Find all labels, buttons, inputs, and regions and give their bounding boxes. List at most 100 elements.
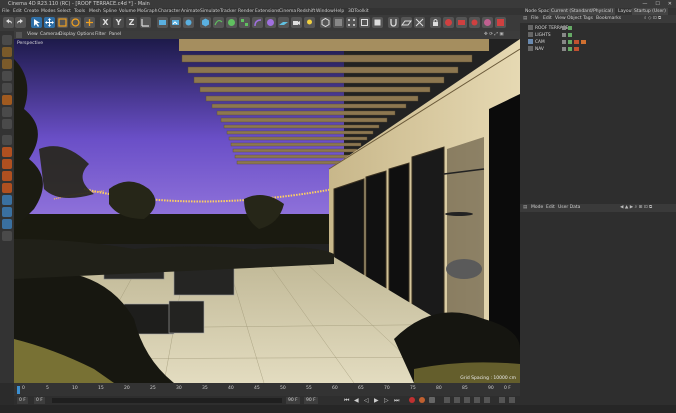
menu-mesh[interactable]: Mesh [89, 8, 101, 15]
make-editable-icon[interactable] [2, 35, 12, 45]
object-manager-grip-icon[interactable]: ▤ [523, 15, 527, 23]
visibility-dot-icon[interactable] [562, 33, 566, 37]
timeline-ruler[interactable]: 0 5 10 15 20 25 30 35 40 45 50 55 60 65 … [14, 383, 520, 396]
menu-window[interactable]: Window [316, 8, 334, 15]
axis-x-button[interactable]: X [100, 17, 111, 28]
redshift-icon[interactable] [443, 17, 454, 28]
menu-select[interactable]: Select [57, 8, 71, 15]
viewport-solo-icon[interactable] [2, 171, 12, 181]
quantize-icon[interactable] [414, 17, 425, 28]
solo-icon[interactable] [2, 159, 12, 169]
light-icon[interactable] [304, 17, 315, 28]
camera-tag-icon[interactable] [574, 40, 579, 44]
menu-create[interactable]: Create [24, 8, 39, 15]
cloner-icon[interactable] [239, 17, 250, 28]
viewport-menu-panel[interactable]: Panel [109, 31, 121, 39]
edges-icon[interactable] [2, 83, 12, 93]
render-view-icon[interactable] [157, 17, 168, 28]
model-mode-icon[interactable] [320, 17, 331, 28]
attribute-menu-user-data[interactable]: User Data [558, 204, 580, 212]
floor-icon[interactable] [278, 17, 289, 28]
menu-help[interactable]: Help [334, 8, 344, 15]
move-tool-icon[interactable] [44, 17, 55, 28]
menu-redshift[interactable]: Redshift [297, 8, 315, 15]
menu-edit[interactable]: Edit [13, 8, 22, 15]
enable-axis-icon[interactable] [2, 135, 12, 145]
menu-3dtoolkit[interactable]: 3DToolkit [348, 8, 369, 15]
layer-icon[interactable] [2, 195, 12, 205]
menu-spline[interactable]: Spline [103, 8, 117, 15]
redshift-proxy-icon[interactable] [495, 17, 506, 28]
viewport-nav-icons[interactable]: ✥ ⟳ ⤢ ▣ [484, 31, 504, 39]
scale-tool-icon[interactable] [57, 17, 68, 28]
object-menu-tags[interactable]: Tags [583, 15, 593, 23]
object-menu-object[interactable]: Object [567, 15, 582, 23]
snap-settings-icon[interactable] [2, 207, 12, 217]
start-frame-field[interactable]: 0 F [17, 397, 28, 404]
play-icon[interactable]: ▶ [374, 396, 379, 405]
attribute-nav-icons[interactable]: ◀ ▲ ▶ ⌕ ⊞ ⊡ ⧉ [620, 204, 652, 212]
points-mode-icon[interactable] [346, 17, 357, 28]
redshift-render-view-icon[interactable] [456, 17, 467, 28]
menu-tracker[interactable]: Tracker [220, 8, 236, 15]
settings-icon[interactable] [509, 397, 515, 403]
target-tag-icon[interactable] [574, 47, 579, 51]
recent-tools-icon[interactable] [84, 17, 95, 28]
menu-cinema[interactable]: Cinema [279, 8, 296, 15]
viewport-grip-icon[interactable] [16, 32, 22, 38]
timeline-icon[interactable] [499, 397, 505, 403]
autokey-icon[interactable] [419, 397, 425, 403]
record-icon[interactable] [409, 397, 415, 403]
node-space-select[interactable]: Current (Standard/Physical) [549, 8, 616, 15]
viewport-menu-cameras[interactable]: Cameras [40, 31, 60, 39]
uv-polygons-icon[interactable] [2, 119, 12, 129]
menu-render[interactable]: Render [238, 8, 254, 15]
redo-icon[interactable] [15, 17, 26, 28]
cube-icon[interactable] [200, 17, 211, 28]
visibility-dot-icon[interactable] [562, 26, 566, 30]
max-frame-field[interactable]: 90 F [304, 397, 318, 404]
protection-tag-icon[interactable] [581, 40, 586, 44]
guides-icon[interactable] [2, 219, 12, 229]
keyframe-selection-icon[interactable] [429, 397, 435, 403]
object-row[interactable]: NAV [528, 46, 544, 52]
lock-icon[interactable] [430, 17, 441, 28]
object-manager-tools-icon[interactable]: ⌕ ◇ ⊡ ⧉ [644, 15, 661, 23]
menu-tools[interactable]: Tools [74, 8, 85, 15]
scale-keys-icon[interactable] [464, 397, 470, 403]
perspective-viewport[interactable]: Perspective Grid Spacing: 10000 cm [14, 39, 520, 383]
field-icon[interactable] [265, 17, 276, 28]
coordinate-system-icon[interactable] [140, 17, 151, 28]
object-menu-edit[interactable]: Edit [543, 15, 552, 23]
prev-frame-icon[interactable]: ◁ [364, 396, 369, 405]
visibility-dot-icon[interactable] [562, 40, 566, 44]
menu-volume[interactable]: Volume [119, 8, 136, 15]
axis-y-button[interactable]: Y [113, 17, 124, 28]
redshift-light-icon[interactable] [469, 17, 480, 28]
extra-tool-icon[interactable] [2, 231, 12, 241]
attribute-grip-icon[interactable]: ▤ [523, 204, 527, 212]
param-keys-icon[interactable] [474, 397, 480, 403]
points-icon[interactable] [2, 71, 12, 81]
rotate-keys-icon[interactable] [454, 397, 460, 403]
menu-mograph[interactable]: MoGraph [137, 8, 157, 15]
attribute-menu-edit[interactable]: Edit [546, 204, 555, 212]
close-button[interactable]: ✕ [668, 0, 672, 8]
snap-icon[interactable] [388, 17, 399, 28]
object-menu-view[interactable]: View [555, 15, 566, 23]
layout-select[interactable]: Startup (User) [632, 8, 668, 15]
camera-icon[interactable] [291, 17, 302, 28]
object-menu-file[interactable]: File [531, 15, 539, 23]
checkerboard-icon[interactable] [2, 47, 12, 57]
undo-icon[interactable] [3, 17, 14, 28]
subdivision-icon[interactable] [226, 17, 237, 28]
visibility-dot-icon[interactable] [562, 47, 566, 51]
menu-modes[interactable]: Modes [41, 8, 56, 15]
viewport-menu-options[interactable]: Options [77, 31, 94, 39]
pen-spline-icon[interactable] [213, 17, 224, 28]
select-tool-icon[interactable] [31, 17, 42, 28]
move-keys-icon[interactable] [444, 397, 450, 403]
render-settings-icon[interactable] [183, 17, 194, 28]
preview-range-slider[interactable] [52, 398, 282, 403]
attribute-menu-mode[interactable]: Mode [531, 204, 543, 212]
